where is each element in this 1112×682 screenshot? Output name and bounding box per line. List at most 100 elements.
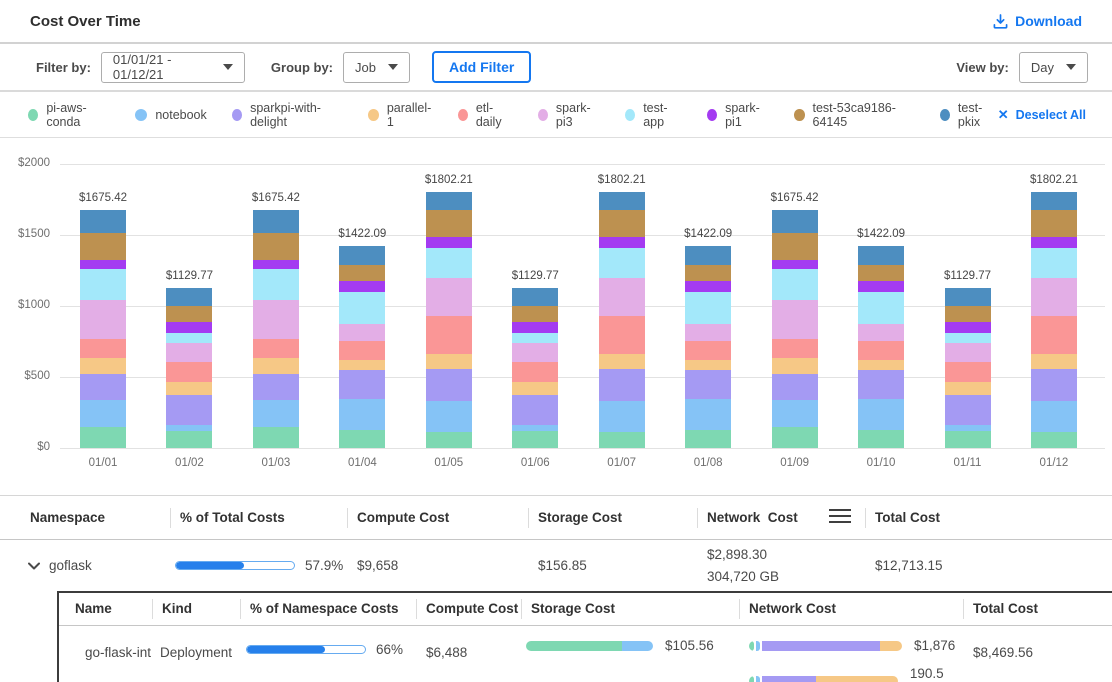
legend-item-test-app[interactable]: test-app (625, 101, 682, 129)
bar-segment-spark-pi1[interactable] (253, 260, 299, 269)
bar-segment-spark-pi1[interactable] (339, 281, 385, 292)
bar-segment-pi-aws-conda[interactable] (772, 427, 818, 448)
stacked-bar-01/05[interactable] (426, 192, 472, 448)
bar-segment-test-pkix[interactable] (512, 288, 558, 306)
bar-segment-spark-pi1[interactable] (685, 281, 731, 292)
stacked-bar-01/12[interactable] (1031, 192, 1077, 448)
bar-segment-test-app[interactable] (599, 248, 645, 278)
bar-segment-test-pkix[interactable] (339, 246, 385, 265)
bar-segment-spark-pi1[interactable] (512, 322, 558, 334)
legend-item-spark-pi1[interactable]: spark-pi1 (707, 101, 769, 129)
bar-segment-test-app[interactable] (685, 292, 731, 323)
bar-segment-test-53ca9186-64145[interactable] (685, 265, 731, 281)
bar-segment-test-53ca9186-64145[interactable] (166, 306, 212, 322)
bar-segment-test-53ca9186-64145[interactable] (1031, 210, 1077, 238)
bar-segment-parallel-1[interactable] (166, 382, 212, 395)
bar-segment-sparkpi-with-delight[interactable] (772, 374, 818, 400)
legend-item-sparkpi-with-delight[interactable]: sparkpi-with-delight (232, 101, 343, 129)
date-range-dropdown[interactable]: 01/01/21 - 01/12/21 (101, 52, 245, 83)
bar-segment-test-53ca9186-64145[interactable] (772, 233, 818, 260)
bar-segment-test-53ca9186-64145[interactable] (945, 306, 991, 322)
stacked-bar-01/04[interactable] (339, 246, 385, 448)
stacked-bar-01/10[interactable] (858, 246, 904, 448)
col-total[interactable]: Total Cost (865, 507, 1082, 529)
bar-segment-test-pkix[interactable] (80, 210, 126, 232)
bar-segment-sparkpi-with-delight[interactable] (512, 395, 558, 425)
bar-segment-parallel-1[interactable] (512, 382, 558, 395)
bar-segment-pi-aws-conda[interactable] (512, 431, 558, 448)
bar-segment-test-app[interactable] (253, 269, 299, 300)
bar-segment-parallel-1[interactable] (426, 354, 472, 369)
bar-segment-test-app[interactable] (945, 333, 991, 343)
bar-segment-sparkpi-with-delight[interactable] (253, 374, 299, 400)
bar-segment-spark-pi1[interactable] (945, 322, 991, 334)
bar-segment-test-pkix[interactable] (1031, 192, 1077, 209)
deselect-all-button[interactable]: ✕ Deselect All (998, 107, 1086, 123)
bar-segment-pi-aws-conda[interactable] (166, 431, 212, 448)
stacked-bar-01/03[interactable] (253, 210, 299, 448)
bar-segment-test-app[interactable] (772, 269, 818, 300)
col-storage[interactable]: Storage Cost (528, 507, 697, 529)
bar-segment-test-53ca9186-64145[interactable] (253, 233, 299, 260)
column-menu-icon[interactable] (829, 509, 851, 524)
bar-segment-sparkpi-with-delight[interactable] (599, 369, 645, 401)
bar-segment-etl-daily[interactable] (772, 339, 818, 358)
namespace-expander[interactable]: goflask (0, 558, 170, 573)
bar-segment-spark-pi3[interactable] (945, 343, 991, 362)
legend-item-test-pkix[interactable]: test-pkix (940, 101, 998, 129)
bar-segment-pi-aws-conda[interactable] (685, 430, 731, 448)
bar-segment-etl-daily[interactable] (166, 362, 212, 382)
bar-segment-test-pkix[interactable] (426, 192, 472, 209)
bar-segment-test-app[interactable] (166, 333, 212, 343)
bar-segment-notebook[interactable] (772, 400, 818, 427)
bar-segment-sparkpi-with-delight[interactable] (166, 395, 212, 425)
bar-segment-spark-pi1[interactable] (772, 260, 818, 269)
bar-segment-parallel-1[interactable] (685, 360, 731, 369)
bar-segment-test-app[interactable] (80, 269, 126, 300)
col-name[interactable]: Name (59, 598, 152, 620)
bar-segment-notebook[interactable] (599, 401, 645, 432)
col-network[interactable]: Network Cost (739, 598, 963, 620)
bar-segment-test-53ca9186-64145[interactable] (426, 210, 472, 238)
bar-segment-spark-pi3[interactable] (426, 278, 472, 315)
bar-segment-sparkpi-with-delight[interactable] (685, 370, 731, 400)
col-compute[interactable]: Compute Cost (347, 507, 528, 529)
bar-segment-spark-pi3[interactable] (772, 300, 818, 339)
col-pct-namespace[interactable]: % of Namespace Costs (240, 598, 416, 620)
bar-segment-test-app[interactable] (1031, 248, 1077, 278)
bar-segment-pi-aws-conda[interactable] (339, 430, 385, 448)
legend-item-parallel-1[interactable]: parallel-1 (368, 101, 432, 129)
bar-segment-spark-pi3[interactable] (253, 300, 299, 339)
bar-segment-parallel-1[interactable] (599, 354, 645, 369)
bar-segment-parallel-1[interactable] (945, 382, 991, 395)
bar-segment-pi-aws-conda[interactable] (599, 432, 645, 448)
stacked-bar-01/11[interactable] (945, 288, 991, 448)
bar-segment-pi-aws-conda[interactable] (426, 432, 472, 448)
bar-segment-test-app[interactable] (858, 292, 904, 323)
bar-segment-etl-daily[interactable] (253, 339, 299, 358)
bar-segment-notebook[interactable] (339, 399, 385, 430)
bar-segment-test-53ca9186-64145[interactable] (858, 265, 904, 281)
add-filter-button[interactable]: Add Filter (432, 51, 531, 83)
stacked-bar-01/07[interactable] (599, 192, 645, 448)
bar-segment-test-pkix[interactable] (858, 246, 904, 265)
bar-segment-spark-pi3[interactable] (339, 324, 385, 341)
bar-segment-spark-pi1[interactable] (1031, 237, 1077, 248)
bar-segment-parallel-1[interactable] (253, 358, 299, 374)
stacked-bar-01/01[interactable] (80, 210, 126, 448)
bar-segment-etl-daily[interactable] (945, 362, 991, 382)
bar-segment-etl-daily[interactable] (339, 341, 385, 360)
bar-segment-notebook[interactable] (253, 400, 299, 427)
bar-segment-parallel-1[interactable] (772, 358, 818, 374)
bar-segment-spark-pi3[interactable] (858, 324, 904, 341)
bar-segment-pi-aws-conda[interactable] (1031, 432, 1077, 448)
bar-segment-spark-pi3[interactable] (1031, 278, 1077, 315)
stacked-bar-01/02[interactable] (166, 288, 212, 448)
bar-segment-sparkpi-with-delight[interactable] (858, 370, 904, 400)
bar-segment-parallel-1[interactable] (1031, 354, 1077, 369)
bar-segment-etl-daily[interactable] (685, 341, 731, 360)
bar-segment-test-53ca9186-64145[interactable] (512, 306, 558, 322)
bar-segment-etl-daily[interactable] (80, 339, 126, 358)
bar-segment-etl-daily[interactable] (858, 341, 904, 360)
bar-segment-sparkpi-with-delight[interactable] (426, 369, 472, 401)
